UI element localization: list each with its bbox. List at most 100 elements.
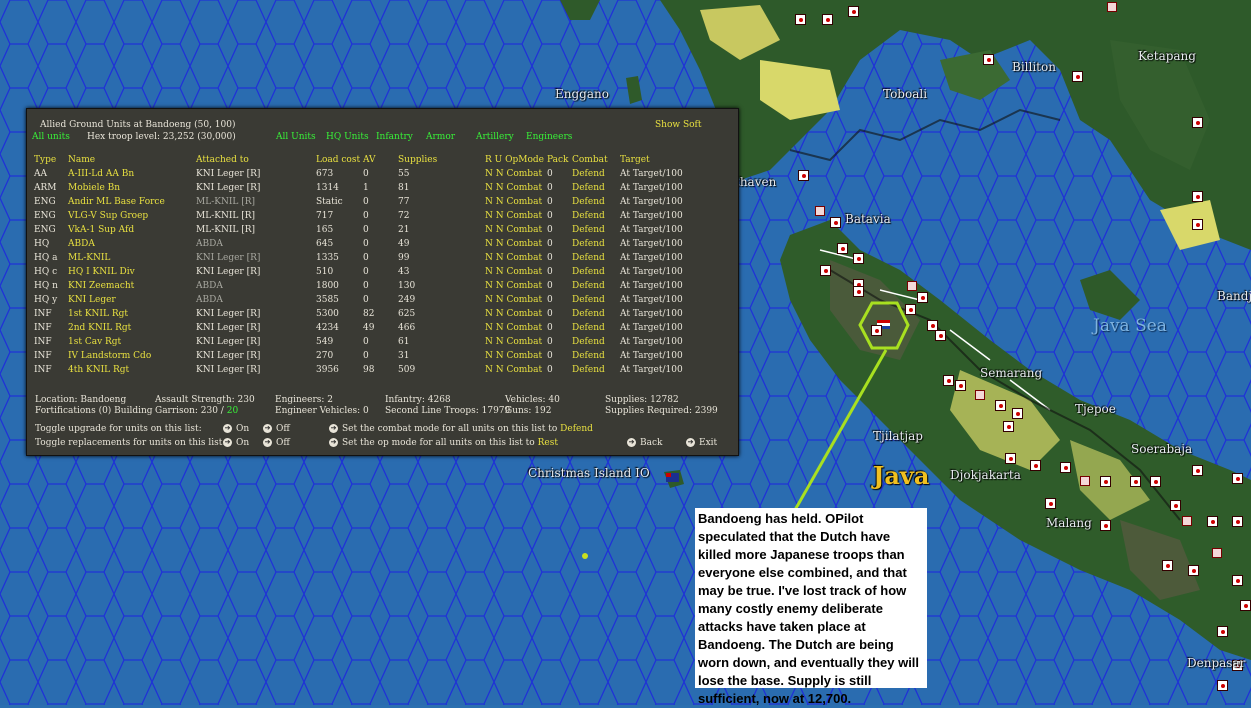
japanese-unit-icon[interactable]	[795, 14, 806, 25]
unit-ru-opmode[interactable]: N N Combat	[485, 307, 547, 321]
unit-name[interactable]: KNI Zeemacht	[68, 279, 196, 293]
unit-name[interactable]: VkA-1 Sup Afd	[68, 223, 196, 237]
unit-combat[interactable]: Defend	[572, 167, 620, 181]
col-target[interactable]: Target	[620, 153, 700, 167]
japanese-unit-icon[interactable]	[1100, 476, 1111, 487]
upgrade-on-button[interactable]: ➔ On	[223, 424, 249, 434]
japanese-unit-icon[interactable]	[820, 265, 831, 276]
table-row[interactable]: HQ ABDA ABDA 645 0 49 N N Combat 0 Defend At Targ…	[34, 237, 700, 251]
japanese-unit-icon[interactable]	[1005, 453, 1016, 464]
unit-name[interactable]: KNI Leger	[68, 293, 196, 307]
japanese-unit-icon[interactable]	[1060, 462, 1071, 473]
japanese-unit-icon[interactable]	[1162, 560, 1173, 571]
unit-ru-opmode[interactable]: N N Combat	[485, 293, 547, 307]
col-pack[interactable]: Pack	[547, 153, 572, 167]
table-row[interactable]: INF IV Landstorm Cdo KNI Leger [R] 270 0 31 N …	[34, 349, 700, 363]
japanese-unit-icon[interactable]	[1192, 191, 1203, 202]
filter-all-units-label[interactable]: All units	[32, 132, 70, 142]
unit-combat[interactable]: Defend	[572, 181, 620, 195]
japanese-unit-icon[interactable]	[1072, 71, 1083, 82]
unit-combat[interactable]: Defend	[572, 363, 620, 377]
unit-combat[interactable]: Defend	[572, 279, 620, 293]
japanese-unit-icon[interactable]	[815, 206, 825, 216]
unit-ru-opmode[interactable]: N N Combat	[485, 335, 547, 349]
japanese-unit-icon[interactable]	[1130, 476, 1141, 487]
japanese-unit-icon[interactable]	[1170, 500, 1181, 511]
table-row[interactable]: ENG VkA-1 Sup Afd ML-KNIL [R] 165 0 21 N N Com…	[34, 223, 700, 237]
unit-name[interactable]: Andir ML Base Force	[68, 195, 196, 209]
table-row[interactable]: INF 1st Cav Rgt KNI Leger [R] 549 0 61 N N Com…	[34, 335, 700, 349]
japanese-unit-icon[interactable]	[983, 54, 994, 65]
japanese-unit-icon[interactable]	[1030, 460, 1041, 471]
japanese-unit-icon[interactable]	[1188, 565, 1199, 576]
japanese-unit-icon[interactable]	[1192, 219, 1203, 230]
col-av[interactable]: AV	[363, 153, 398, 167]
table-row[interactable]: INF 2nd KNIL Rgt KNI Leger [R] 4234 49 466 N N…	[34, 321, 700, 335]
japanese-unit-icon[interactable]	[1182, 516, 1192, 526]
japanese-unit-icon[interactable]	[853, 286, 864, 297]
col-attached[interactable]: Attached to	[196, 153, 316, 167]
table-row[interactable]: INF 1st KNIL Rgt KNI Leger [R] 5300 82 625 N N…	[34, 307, 700, 321]
unit-ru-opmode[interactable]: N N Combat	[485, 251, 547, 265]
japanese-unit-icon[interactable]	[955, 380, 966, 391]
table-row[interactable]: HQ n KNI Zeemacht ABDA 1800 0 130 N N Combat 0 D…	[34, 279, 700, 293]
unit-ru-opmode[interactable]: N N Combat	[485, 181, 547, 195]
japanese-unit-icon[interactable]	[1100, 520, 1111, 531]
filter-engineers[interactable]: Engineers	[526, 132, 572, 142]
unit-ru-opmode[interactable]: N N Combat	[485, 349, 547, 363]
japanese-unit-icon[interactable]	[1232, 575, 1243, 586]
filter-infantry[interactable]: Infantry	[376, 132, 413, 142]
japanese-unit-icon[interactable]	[1217, 680, 1228, 691]
unit-name[interactable]: Mobiele Bn	[68, 181, 196, 195]
unit-ru-opmode[interactable]: N N Combat	[485, 209, 547, 223]
unit-name[interactable]: A-III-Ld AA Bn	[68, 167, 196, 181]
table-row[interactable]: ARM Mobiele Bn KNI Leger [R] 1314 1 81 N N Com…	[34, 181, 700, 195]
japanese-unit-icon[interactable]	[798, 170, 809, 181]
unit-name[interactable]: 1st KNIL Rgt	[68, 307, 196, 321]
unit-name[interactable]: ML-KNIL	[68, 251, 196, 265]
replacements-off-button[interactable]: ➔ Off	[263, 438, 290, 448]
japanese-unit-icon[interactable]	[1045, 498, 1056, 509]
japanese-unit-icon[interactable]	[1192, 117, 1203, 128]
combat-mode-value[interactable]: Defend	[560, 424, 593, 434]
unit-name[interactable]: 1st Cav Rgt	[68, 335, 196, 349]
unit-name[interactable]: 2nd KNIL Rgt	[68, 321, 196, 335]
table-row[interactable]: AA A-III-Ld AA Bn KNI Leger [R] 673 0 55 N N C…	[34, 167, 700, 181]
exit-button[interactable]: ➔ Exit	[686, 438, 717, 448]
japanese-unit-icon[interactable]	[975, 390, 985, 400]
set-combat-mode[interactable]: ➔ Set the combat mode for all units on th…	[329, 424, 593, 434]
unit-combat[interactable]: Defend	[572, 251, 620, 265]
japanese-unit-icon[interactable]	[935, 330, 946, 341]
col-combat[interactable]: Combat	[572, 153, 620, 167]
unit-combat[interactable]: Defend	[572, 349, 620, 363]
replacements-on-button[interactable]: ➔ On	[223, 438, 249, 448]
unit-ru-opmode[interactable]: N N Combat	[485, 223, 547, 237]
unit-combat[interactable]: Defend	[572, 265, 620, 279]
op-mode-value[interactable]: Rest	[538, 438, 558, 448]
col-name[interactable]: Name	[68, 153, 196, 167]
unit-name[interactable]: ABDA	[68, 237, 196, 251]
japanese-unit-icon[interactable]	[853, 253, 864, 264]
japanese-unit-icon[interactable]	[1217, 626, 1228, 637]
japanese-unit-icon[interactable]	[995, 400, 1006, 411]
japanese-unit-icon[interactable]	[917, 292, 928, 303]
japanese-unit-icon[interactable]	[822, 14, 833, 25]
upgrade-off-button[interactable]: ➔ Off	[263, 424, 290, 434]
filter-hq-units[interactable]: HQ Units	[326, 132, 369, 142]
unit-combat[interactable]: Defend	[572, 293, 620, 307]
table-row[interactable]: ENG VLG-V Sup Groep ML-KNIL [R] 717 0 72 N N C…	[34, 209, 700, 223]
japanese-unit-icon[interactable]	[1107, 2, 1117, 12]
col-load-cost[interactable]: Load cost	[316, 153, 363, 167]
back-button[interactable]: ➔ Back	[627, 438, 662, 448]
filter-all-units[interactable]: All Units	[276, 132, 316, 142]
japanese-unit-icon[interactable]	[1012, 408, 1023, 419]
unit-name[interactable]: VLG-V Sup Groep	[68, 209, 196, 223]
unit-name[interactable]: 4th KNIL Rgt	[68, 363, 196, 377]
japanese-unit-icon[interactable]	[1240, 600, 1251, 611]
japanese-unit-icon[interactable]	[830, 217, 841, 228]
unit-name[interactable]: IV Landstorm Cdo	[68, 349, 196, 363]
japanese-unit-icon[interactable]	[907, 281, 917, 291]
unit-ru-opmode[interactable]: N N Combat	[485, 167, 547, 181]
unit-combat[interactable]: Defend	[572, 237, 620, 251]
japanese-unit-icon[interactable]	[1003, 421, 1014, 432]
